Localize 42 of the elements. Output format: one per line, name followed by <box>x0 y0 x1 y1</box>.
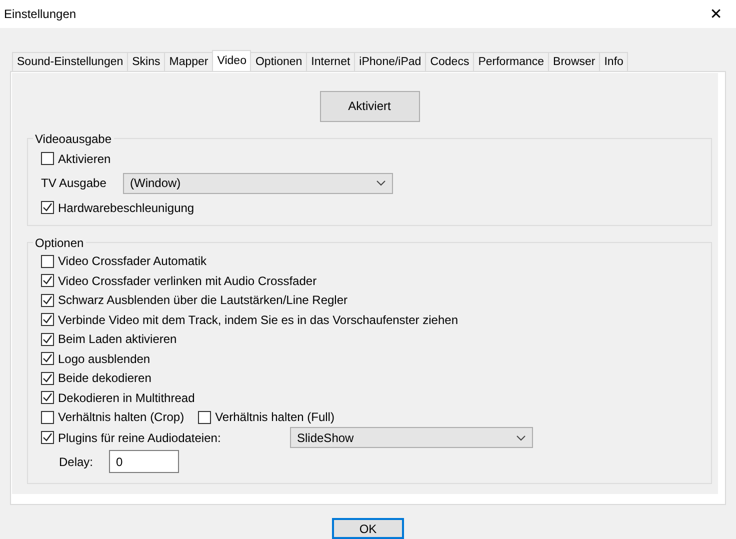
checkbox-label: Plugins für reine Audiodateien: <box>58 430 221 444</box>
checkbox[interactable] <box>41 391 54 404</box>
checkbox-label: Verhältnis halten (Full) <box>215 410 334 424</box>
checkbox[interactable] <box>41 410 54 424</box>
tab[interactable]: Info <box>599 52 628 71</box>
chevron-down-icon <box>516 434 526 440</box>
checkbox[interactable] <box>41 254 54 268</box>
checkbox[interactable] <box>198 410 212 424</box>
chevron-down-icon <box>376 180 386 186</box>
checkbox[interactable] <box>41 332 54 346</box>
checkbox-label: Aktivieren <box>58 152 111 166</box>
checkbox-label: Video Crossfader verlinken mit Audio Crossfader <box>58 274 317 288</box>
checkbox-label: Hardwarebeschleunigung <box>58 200 194 214</box>
checkbox-label: Schwarz Ausblenden über die Lautstärken/Line Regler <box>58 293 348 308</box>
tab[interactable]: Video <box>212 50 252 71</box>
group-title: Optionen <box>34 236 85 250</box>
group-title: Videoausgabe <box>34 132 113 146</box>
checkbox[interactable] <box>41 201 54 214</box>
checkbox-label: Verhältnis halten (Crop) <box>58 410 184 424</box>
checkbox-label: Video Crossfader Automatik <box>58 254 207 268</box>
checkbox[interactable] <box>41 431 54 444</box>
checkbox-label: Dekodieren in Multithread <box>58 390 195 405</box>
checkbox[interactable] <box>41 372 54 385</box>
checkbox-label: Verbinde Video mit dem Track, indem Sie es in das Vorschaufenster ziehen <box>58 312 458 327</box>
close-button[interactable]: ✕ <box>696 0 736 28</box>
checkbox[interactable] <box>41 352 54 366</box>
checkbox[interactable] <box>41 274 54 288</box>
plugin-dropdown[interactable]: SlideShow <box>290 427 533 448</box>
field-label: Delay: <box>59 454 94 468</box>
activate-button[interactable]: Aktiviert <box>320 91 420 122</box>
field-label: TV Ausgabe <box>41 176 108 190</box>
ok-button[interactable]: OK <box>332 518 404 539</box>
window-title: Einstellungen <box>4 7 76 21</box>
checkbox[interactable] <box>41 313 54 326</box>
tab[interactable]: Sound-Einstellungen <box>12 52 128 71</box>
delay-field[interactable]: 0 <box>109 450 179 473</box>
checkbox-label: Beim Laden aktivieren <box>58 332 177 346</box>
checkbox-label: Logo ausblenden <box>58 352 150 366</box>
checkbox-label: Beide dekodieren <box>58 371 152 386</box>
tv-output-dropdown[interactable]: (Window) <box>123 172 393 194</box>
checkbox[interactable] <box>41 152 54 165</box>
checkbox[interactable] <box>41 294 54 307</box>
